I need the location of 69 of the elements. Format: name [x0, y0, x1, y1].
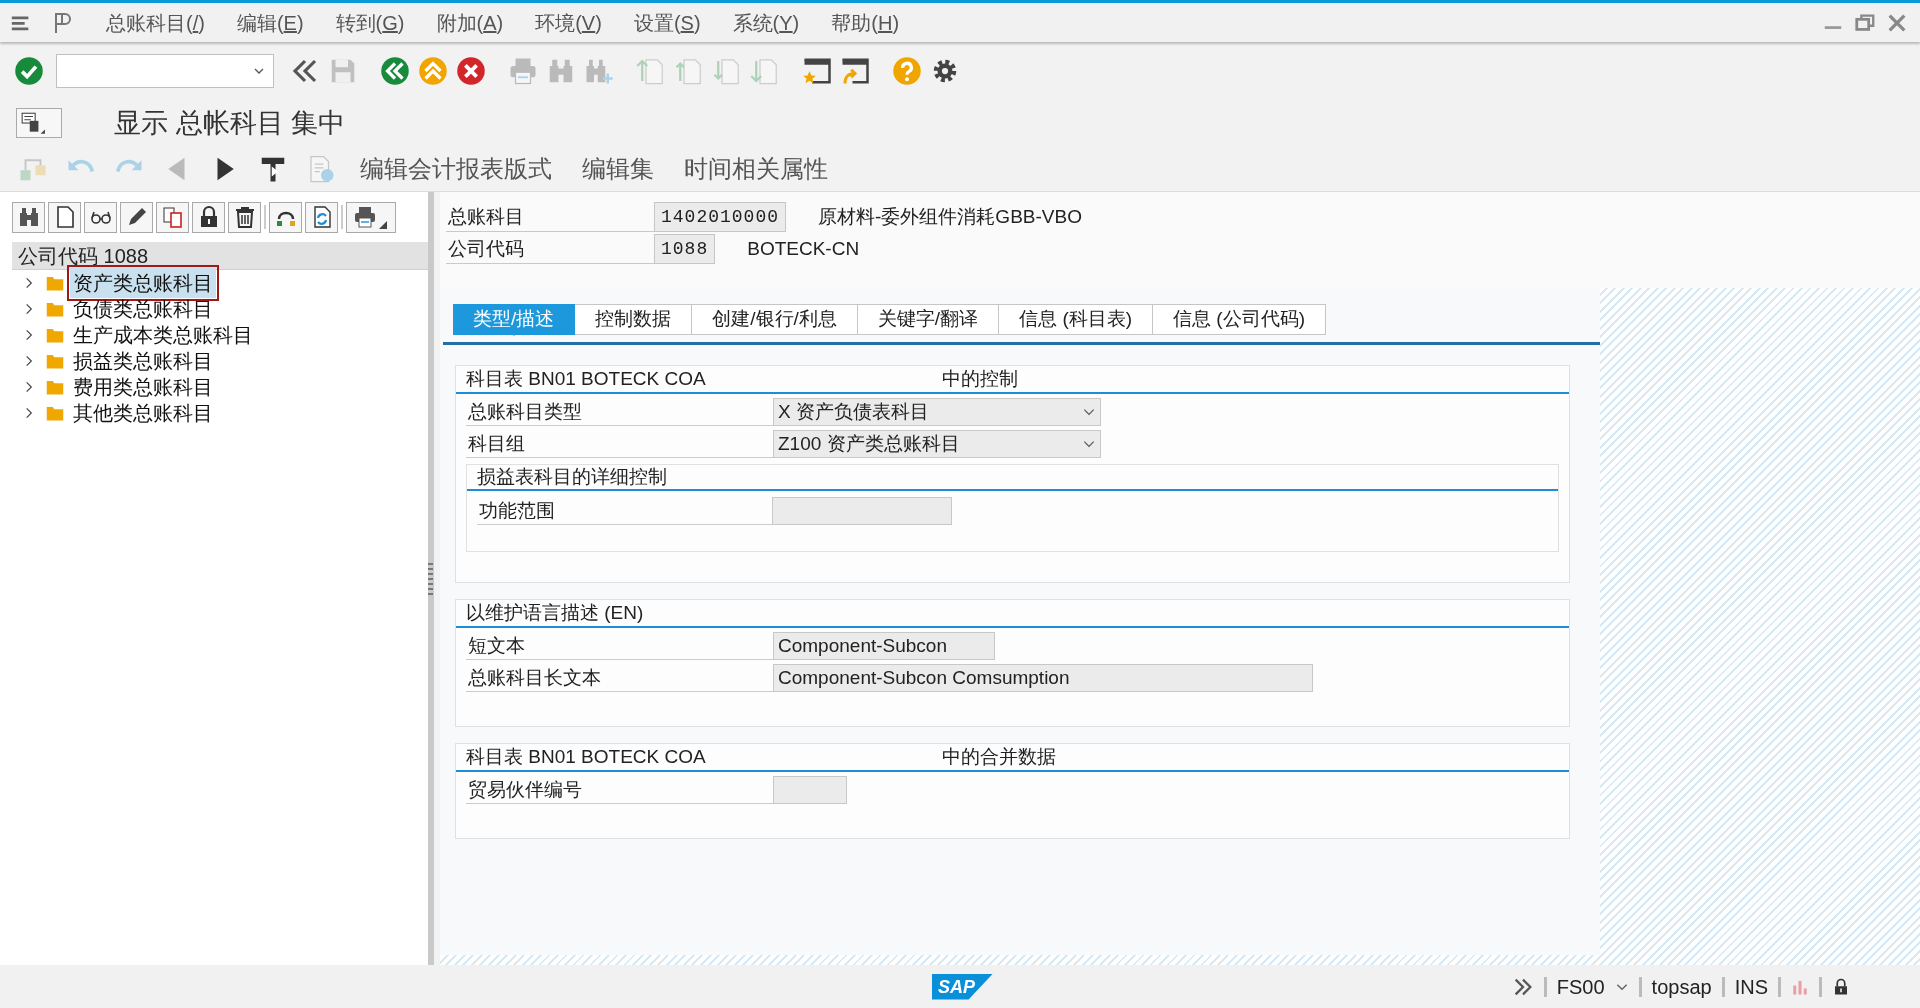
folder-icon: [44, 300, 66, 318]
tab[interactable]: 信息 (科目表): [999, 304, 1154, 335]
refresh-icon[interactable]: [305, 201, 338, 233]
group-title: 科目表 BN01 BOTECK COA: [466, 744, 706, 769]
window-title: 显示 总帐科目 集中: [114, 106, 345, 140]
folder-icon: [44, 326, 66, 344]
value-field: 1402010000: [654, 202, 787, 232]
print-menu-button[interactable]: [346, 201, 396, 233]
value-field: 1088: [654, 234, 716, 264]
command-field[interactable]: [56, 54, 274, 88]
transport-icon[interactable]: [269, 201, 302, 233]
toolbar-function[interactable]: 编辑集: [574, 150, 662, 187]
folder-icon: [44, 404, 66, 422]
field-label: 功能范围: [477, 497, 772, 525]
transaction-code: FS00: [1556, 974, 1605, 1000]
logo: SAP: [932, 973, 993, 1000]
field-label: 短文本: [466, 632, 773, 660]
folder-icon: [44, 378, 66, 396]
lock-icon: [1832, 977, 1850, 996]
caret-icon: [379, 220, 387, 229]
binoculars-icon[interactable]: [12, 201, 45, 233]
printer-icon: [353, 205, 377, 229]
input-field: Component-Subcon: [773, 632, 995, 660]
lock-icon[interactable]: [192, 201, 225, 233]
page-icon[interactable]: [48, 201, 81, 233]
toolbar-function[interactable]: 时间相关属性: [676, 150, 836, 187]
trash-icon[interactable]: [228, 201, 261, 233]
folder-icon: [44, 352, 66, 370]
tab[interactable]: 信息 (公司代码): [1153, 304, 1326, 335]
layout-icon: [20, 110, 46, 136]
menu-item[interactable]: 系统(Y): [716, 7, 816, 38]
menu-item[interactable]: 帮助(H): [815, 7, 916, 38]
tab[interactable]: 控制数据: [575, 304, 693, 335]
splitter-handle[interactable]: [428, 562, 433, 595]
field-label: 贸易伙伴编号: [466, 776, 773, 804]
toolbar-function[interactable]: 编辑会计报表版式: [352, 150, 560, 187]
group-title: 中的合并数据: [941, 744, 1056, 769]
field-description: BOTECK-CN: [747, 236, 860, 261]
input-field: Component-Subcon Comsumption: [773, 664, 1313, 692]
field-label: 总账科目类型: [466, 398, 773, 426]
tab[interactable]: 创建/银行/利息: [692, 304, 858, 335]
check-icon[interactable]: [12, 54, 46, 88]
group-title: 损益表科目的详细控制: [477, 464, 667, 489]
group-title: 以维护语言描述 (EN): [466, 600, 644, 625]
field-label: 科目组: [466, 430, 773, 458]
copy-icon[interactable]: [156, 201, 189, 233]
input-mode: INS: [1734, 974, 1768, 1000]
menu-item[interactable]: 总账科目(/): [90, 7, 221, 38]
menu-item[interactable]: 设置(S): [617, 7, 717, 38]
view-selector[interactable]: [16, 108, 62, 138]
tab[interactable]: 关键字/翻译: [857, 304, 1000, 335]
menu-item[interactable]: 转到(G): [319, 7, 421, 38]
menu-item[interactable]: 附加(A): [420, 7, 520, 38]
back-icon[interactable]: [378, 54, 412, 88]
folder-icon: [44, 274, 66, 292]
dropdown-field[interactable]: X 资产负债表科目: [773, 398, 1101, 426]
tree-header: 公司代码 1088: [12, 242, 428, 270]
cancel-icon[interactable]: [454, 54, 488, 88]
field-description: 原材料-委外组件消耗GBB-VBO: [818, 204, 1082, 229]
pencil-icon[interactable]: [120, 201, 153, 233]
menu-item[interactable]: 环境(V): [519, 7, 618, 38]
system-name: topsap: [1651, 974, 1712, 1000]
group-title: 中的控制: [941, 366, 1018, 391]
dropdown-field[interactable]: Z100 资产类总账科目: [773, 430, 1101, 458]
group-title: 科目表 BN01 BOTECK COA: [466, 366, 706, 391]
field-label: 总账科目长文本: [466, 664, 773, 692]
tree-item[interactable]: 资产类总账科目: [70, 268, 216, 298]
menu-item[interactable]: 编辑(E): [220, 7, 320, 38]
glasses-icon[interactable]: [84, 201, 117, 233]
